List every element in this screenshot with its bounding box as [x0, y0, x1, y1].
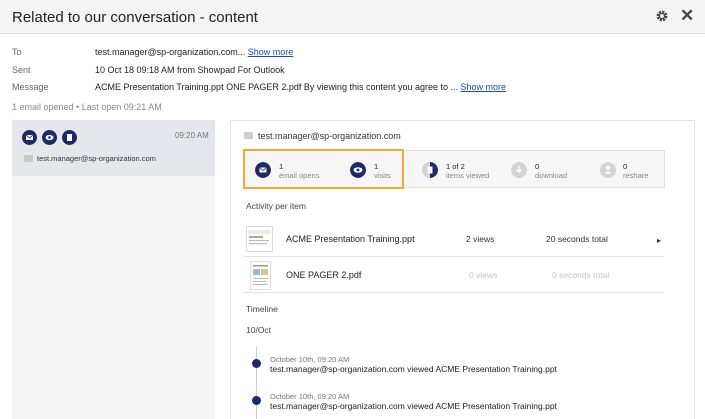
- item-time: 20 seconds total: [546, 234, 608, 244]
- reshare-icon: [600, 162, 616, 178]
- gear-icon[interactable]: [655, 9, 669, 23]
- event-text: test.manager@sp-organization.com viewed …: [270, 364, 557, 374]
- message-label: Message: [12, 82, 49, 92]
- recipient-email: test.manager@sp-organization.com: [37, 154, 156, 163]
- items-viewed-count: 1 of 2: [446, 162, 465, 171]
- activity-heading: Activity per item: [246, 201, 306, 211]
- download-label: download: [535, 171, 568, 180]
- timeline-line: [256, 346, 257, 419]
- close-icon[interactable]: ✕: [680, 6, 694, 26]
- to-label: To: [12, 47, 22, 57]
- sent-label: Sent: [12, 65, 31, 75]
- last-open-time: 09:20 AM: [175, 131, 209, 140]
- pdf-thumbnail: [250, 261, 271, 290]
- timeline-dot: [252, 396, 261, 405]
- to-show-more-link[interactable]: Show more: [248, 47, 294, 57]
- ppt-thumbnail: [246, 226, 273, 252]
- title-bar: Related to our conversation - content ✕: [0, 0, 705, 34]
- reshare-count: 0: [623, 162, 628, 171]
- eye-icon: [42, 130, 57, 145]
- document-icon: [62, 130, 77, 145]
- message-show-more-link[interactable]: Show more: [461, 82, 507, 92]
- window-title: Related to our conversation - content: [12, 9, 258, 26]
- row-divider: [244, 292, 664, 293]
- timeline-date: 10/Oct: [246, 325, 272, 335]
- recipient-list-item[interactable]: 09:20 AM test.manager@sp-organization.co…: [12, 120, 215, 176]
- chevron-right-icon[interactable]: ▸: [657, 236, 661, 245]
- item-time: 0 seconds total: [552, 270, 610, 280]
- sent-value: 10 Oct 18 09:18 AM from Showpad For Outl…: [95, 65, 285, 75]
- event-text: test.manager@sp-organization.com viewed …: [270, 401, 557, 411]
- download-icon: [511, 162, 527, 178]
- item-name[interactable]: ONE PAGER 2.pdf: [286, 270, 361, 280]
- event-date: October 10th, 09:20 AM: [270, 392, 350, 401]
- highlight-box: [243, 149, 404, 189]
- message-value: ACME Presentation Training.ppt ONE PAGER…: [95, 82, 506, 92]
- to-value: test.manager@sp-organization.com... Show…: [95, 47, 293, 57]
- detail-recipient: test.manager@sp-organization.com: [258, 131, 401, 141]
- download-count: 0: [535, 162, 540, 171]
- item-views: 2 views: [466, 234, 495, 244]
- document-icon: [422, 162, 438, 178]
- timeline-heading: Timeline: [246, 304, 278, 314]
- mail-icon: [244, 132, 253, 139]
- mail-icon: [24, 155, 33, 162]
- open-summary: 1 email opened • Last open 09:21 AM: [12, 102, 162, 112]
- items-viewed-label: items viewed: [446, 171, 490, 180]
- reshare-label: reshare: [623, 171, 649, 180]
- item-views: 0 views: [469, 270, 498, 280]
- recipient-list: 09:20 AM test.manager@sp-organization.co…: [12, 120, 215, 419]
- row-divider: [244, 256, 664, 257]
- to-recipients: test.manager@sp-organization.com...: [95, 47, 246, 57]
- item-name[interactable]: ACME Presentation Training.ppt: [286, 234, 415, 244]
- timeline-dot: [252, 359, 261, 368]
- event-date: October 10th, 09:20 AM: [270, 355, 350, 364]
- mail-icon: [22, 130, 37, 145]
- message-preview: ACME Presentation Training.ppt ONE PAGER…: [95, 82, 459, 92]
